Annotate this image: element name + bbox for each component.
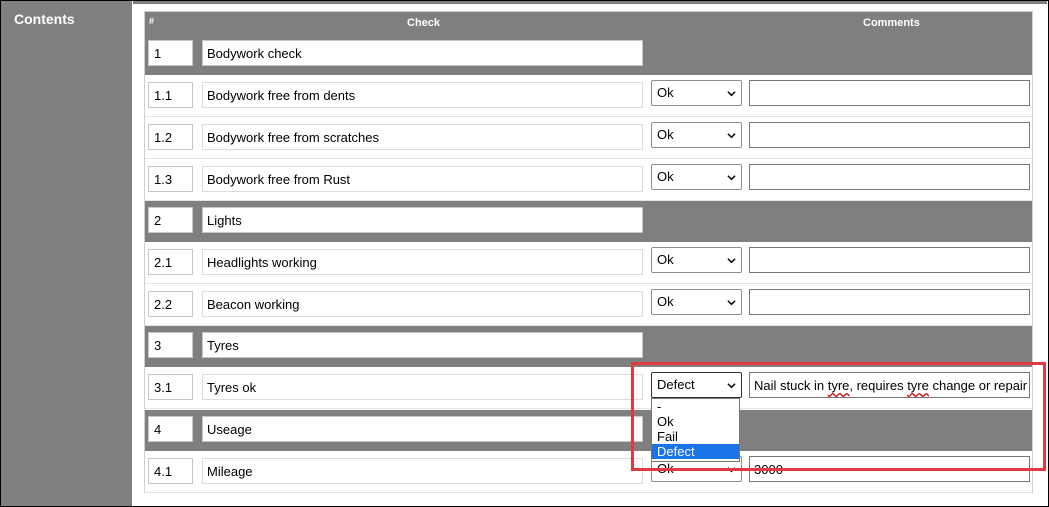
status-select[interactable]: Ok xyxy=(651,289,742,315)
chevron-down-icon xyxy=(727,91,736,97)
comment-text: change or repair xyxy=(928,378,1028,393)
section-row: 4 Useage xyxy=(145,410,1032,451)
section-title[interactable]: Useage xyxy=(202,416,643,442)
dropdown-option-selected[interactable]: Defect xyxy=(652,444,739,459)
dropdown-option[interactable]: - xyxy=(652,399,739,414)
comment-input[interactable] xyxy=(749,80,1030,106)
item-number[interactable]: 2.2 xyxy=(148,291,193,317)
item-number[interactable]: 3.1 xyxy=(148,374,193,400)
table-row: 1.1 Bodywork free from dents Ok xyxy=(145,76,1032,117)
comment-input[interactable] xyxy=(749,247,1030,273)
sidebar-title: Contents xyxy=(14,11,75,27)
chevron-down-icon xyxy=(727,300,736,306)
chevron-down-icon xyxy=(727,133,736,139)
comment-text: Nail stuck in xyxy=(754,378,828,393)
table-header: # Check Comments xyxy=(145,12,1032,34)
item-description[interactable]: Headlights working xyxy=(202,249,643,275)
section-number[interactable]: 3 xyxy=(148,332,193,358)
section-row: 3 Tyres xyxy=(145,326,1032,367)
item-description[interactable]: Tyres ok xyxy=(202,374,643,400)
panel-top-bar xyxy=(133,1,1047,4)
sidebar: Contents xyxy=(1,1,132,506)
comment-input[interactable] xyxy=(749,164,1030,190)
item-description[interactable]: Mileage xyxy=(202,458,643,484)
status-select[interactable]: Ok xyxy=(651,122,742,148)
item-number[interactable]: 1.3 xyxy=(148,166,193,192)
section-row: 1 Bodywork check xyxy=(145,34,1032,75)
item-number[interactable]: 1.1 xyxy=(148,82,193,108)
misspelled-word: tyre xyxy=(907,378,929,393)
chevron-down-icon xyxy=(727,258,736,264)
section-number[interactable]: 1 xyxy=(148,40,193,66)
section-row: 2 Lights xyxy=(145,201,1032,242)
status-value: Ok xyxy=(657,294,674,309)
status-value: Ok xyxy=(657,252,674,267)
table-row: 3.1 Tyres ok Defect Nail stuck in tyre, … xyxy=(145,368,1032,409)
item-description[interactable]: Bodywork free from scratches xyxy=(202,124,643,150)
status-select[interactable]: Ok xyxy=(651,247,742,273)
table-row: 1.2 Bodywork free from scratches Ok xyxy=(145,118,1032,159)
status-select[interactable]: Ok xyxy=(651,80,742,106)
comment-input[interactable] xyxy=(749,122,1030,148)
item-number[interactable]: 1.2 xyxy=(148,124,193,150)
section-title[interactable]: Tyres xyxy=(202,332,643,358)
section-number[interactable]: 4 xyxy=(148,416,193,442)
comment-input[interactable]: 3000 xyxy=(749,456,1030,482)
section-number[interactable]: 2 xyxy=(148,207,193,233)
table-row: 4.1 Mileage Ok 3000 xyxy=(145,452,1032,493)
status-select[interactable]: Ok xyxy=(651,164,742,190)
status-value: Ok xyxy=(657,461,674,476)
item-number[interactable]: 2.1 xyxy=(148,249,193,275)
header-check: Check xyxy=(407,17,441,29)
status-value: Ok xyxy=(657,85,674,100)
header-num: # xyxy=(149,16,155,26)
chevron-down-icon xyxy=(727,175,736,181)
section-title[interactable]: Bodywork check xyxy=(202,40,643,66)
dropdown-option[interactable]: Fail xyxy=(652,429,739,444)
status-value: Ok xyxy=(657,127,674,142)
misspelled-word: tyre xyxy=(827,378,850,393)
item-description[interactable]: Beacon working xyxy=(202,291,643,317)
status-select[interactable]: Defect xyxy=(651,372,742,398)
chevron-down-icon xyxy=(727,467,736,473)
section-title[interactable]: Lights xyxy=(202,207,643,233)
comment-input[interactable] xyxy=(749,289,1030,315)
table-row: 2.2 Beacon working Ok xyxy=(145,285,1032,326)
status-value: Ok xyxy=(657,169,674,184)
status-dropdown-list: - Ok Fail Defect xyxy=(651,398,740,462)
checklist-table: # Check Comments 1 Bodywork check 1.1 Bo… xyxy=(144,11,1033,493)
comment-input[interactable]: Nail stuck in tyre, requires tyre change… xyxy=(749,372,1030,398)
item-number[interactable]: 4.1 xyxy=(148,458,193,484)
item-description[interactable]: Bodywork free from dents xyxy=(202,82,643,108)
status-value: Defect xyxy=(657,377,695,392)
header-comments: Comments xyxy=(863,17,920,29)
dropdown-option[interactable]: Ok xyxy=(652,414,739,429)
table-row: 1.3 Bodywork free from Rust Ok xyxy=(145,160,1032,201)
table-row: 2.1 Headlights working Ok xyxy=(145,243,1032,284)
chevron-down-icon xyxy=(727,383,736,389)
comment-text: , requires xyxy=(849,378,908,393)
item-description[interactable]: Bodywork free from Rust xyxy=(202,166,643,192)
